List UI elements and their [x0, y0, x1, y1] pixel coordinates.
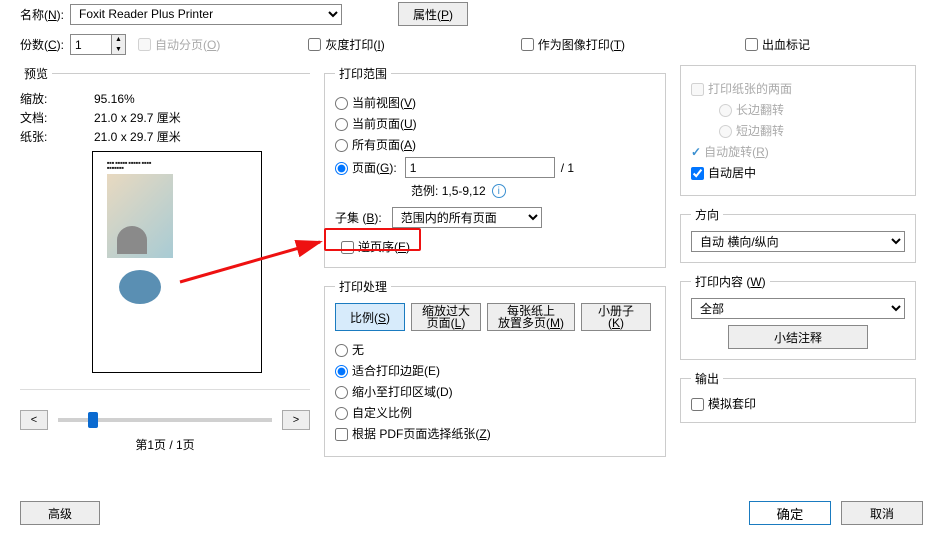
- scale-none[interactable]: 无: [335, 343, 364, 357]
- summarize-comments-button[interactable]: 小结注释: [728, 325, 868, 349]
- subset-label: 子集 (B):: [335, 209, 382, 226]
- total-pages: / 1: [561, 161, 574, 175]
- paper-value: 21.0 x 29.7 厘米: [94, 128, 181, 145]
- reverse-order-checkbox[interactable]: 逆页序(E): [341, 238, 410, 255]
- prev-page-button[interactable]: <: [20, 410, 48, 430]
- paper-label: 纸张:: [20, 128, 94, 145]
- pages-input[interactable]: [405, 157, 555, 178]
- long-edge-radio: 长边翻转: [719, 103, 784, 117]
- doc-value: 21.0 x 29.7 厘米: [94, 109, 181, 126]
- orientation-select[interactable]: 自动 横向/纵向: [691, 231, 905, 252]
- advanced-button[interactable]: 高级: [20, 501, 100, 525]
- scale-fit[interactable]: 适合打印边距(E): [335, 364, 440, 378]
- output-group: 输出 模拟套印: [680, 370, 916, 423]
- print-what-group: 打印内容 (W) 全部 小结注释: [680, 273, 916, 360]
- doc-label: 文档:: [20, 109, 94, 126]
- bleed-marks-checkbox[interactable]: 出血标记: [745, 36, 810, 53]
- info-icon[interactable]: i: [492, 184, 506, 198]
- properties-button[interactable]: 属性(P): [398, 2, 468, 26]
- zoom-label: 缩放:: [20, 90, 94, 107]
- preview-canvas: ■■■ ■■■■■ ■■■■■ ■■■■■■■■■■■: [92, 151, 262, 373]
- copies-label: 份数(C):: [20, 36, 64, 53]
- scale-custom[interactable]: 自定义比例: [335, 406, 412, 420]
- range-pages[interactable]: 页面(G):: [335, 159, 397, 176]
- print-handling-group: 打印处理 比例(S) 缩放过大页面(L) 每张纸上放置多页(M) 小册子(K) …: [324, 278, 666, 457]
- choose-paper-by-page[interactable]: 根据 PDF页面选择纸张(Z): [335, 427, 491, 441]
- auto-rotate-checkbox: 自动旋转(R): [704, 145, 769, 159]
- print-what-select[interactable]: 全部: [691, 298, 905, 319]
- output-legend: 输出: [691, 370, 723, 387]
- printer-name-label: 名称(N):: [20, 6, 64, 23]
- spinner-down-icon[interactable]: ▼: [112, 45, 125, 55]
- print-range-group: 打印范围 当前视图(V) 当前页面(U) 所有页面(A) 页面(G): / 1 …: [324, 65, 666, 268]
- cancel-button[interactable]: 取消: [841, 501, 923, 525]
- spinner-up-icon[interactable]: ▲: [112, 35, 125, 45]
- handling-booklet-button[interactable]: 小册子(K): [581, 303, 651, 331]
- preview-legend: 预览: [20, 65, 52, 82]
- range-current-view[interactable]: 当前视图(V): [335, 96, 416, 110]
- short-edge-radio: 短边翻转: [719, 124, 784, 138]
- orientation-group: 方向 自动 横向/纵向: [680, 206, 916, 263]
- print-what-legend: 打印内容 (W): [691, 273, 770, 290]
- duplex-group: 打印纸张的两面 长边翻转 短边翻转 ✓自动旋转(R) 自动居中: [680, 65, 916, 196]
- copies-stepper[interactable]: ▲▼: [70, 34, 126, 55]
- handling-multi-button[interactable]: 每张纸上放置多页(M): [487, 303, 575, 331]
- preview-group: 预览 缩放:95.16% 文档:21.0 x 29.7 厘米 纸张:21.0 x…: [20, 65, 310, 453]
- example-label: 范例:: [411, 182, 438, 199]
- printer-select[interactable]: Foxit Reader Plus Printer: [70, 4, 342, 25]
- next-page-button[interactable]: >: [282, 410, 310, 430]
- handling-scale-button[interactable]: 比例(S): [335, 303, 405, 331]
- handling-large-button[interactable]: 缩放过大页面(L): [411, 303, 481, 331]
- zoom-value: 95.16%: [94, 92, 135, 106]
- print-as-image-checkbox[interactable]: 作为图像打印(T): [521, 36, 625, 53]
- page-slider[interactable]: [58, 418, 272, 422]
- range-all-pages[interactable]: 所有页面(A): [335, 138, 416, 152]
- range-current-page[interactable]: 当前页面(U): [335, 117, 417, 131]
- collate-checkbox: 自动分页(O): [138, 36, 220, 53]
- print-handling-legend: 打印处理: [335, 278, 391, 295]
- example-value: 1,5-9,12: [442, 184, 486, 198]
- both-sides-checkbox: 打印纸张的两面: [691, 82, 792, 96]
- ok-button[interactable]: 确定: [749, 501, 831, 525]
- orientation-legend: 方向: [691, 206, 723, 223]
- grayscale-checkbox[interactable]: 灰度打印(I): [308, 36, 384, 53]
- page-status: 第1页 / 1页: [20, 436, 310, 453]
- simulate-overprint-checkbox[interactable]: 模拟套印: [691, 397, 756, 411]
- print-range-legend: 打印范围: [335, 65, 391, 82]
- subset-select[interactable]: 范围内的所有页面: [392, 207, 542, 228]
- scale-shrink[interactable]: 缩小至打印区域(D): [335, 385, 453, 399]
- auto-center-checkbox[interactable]: 自动居中: [691, 166, 756, 180]
- copies-input[interactable]: [71, 35, 111, 54]
